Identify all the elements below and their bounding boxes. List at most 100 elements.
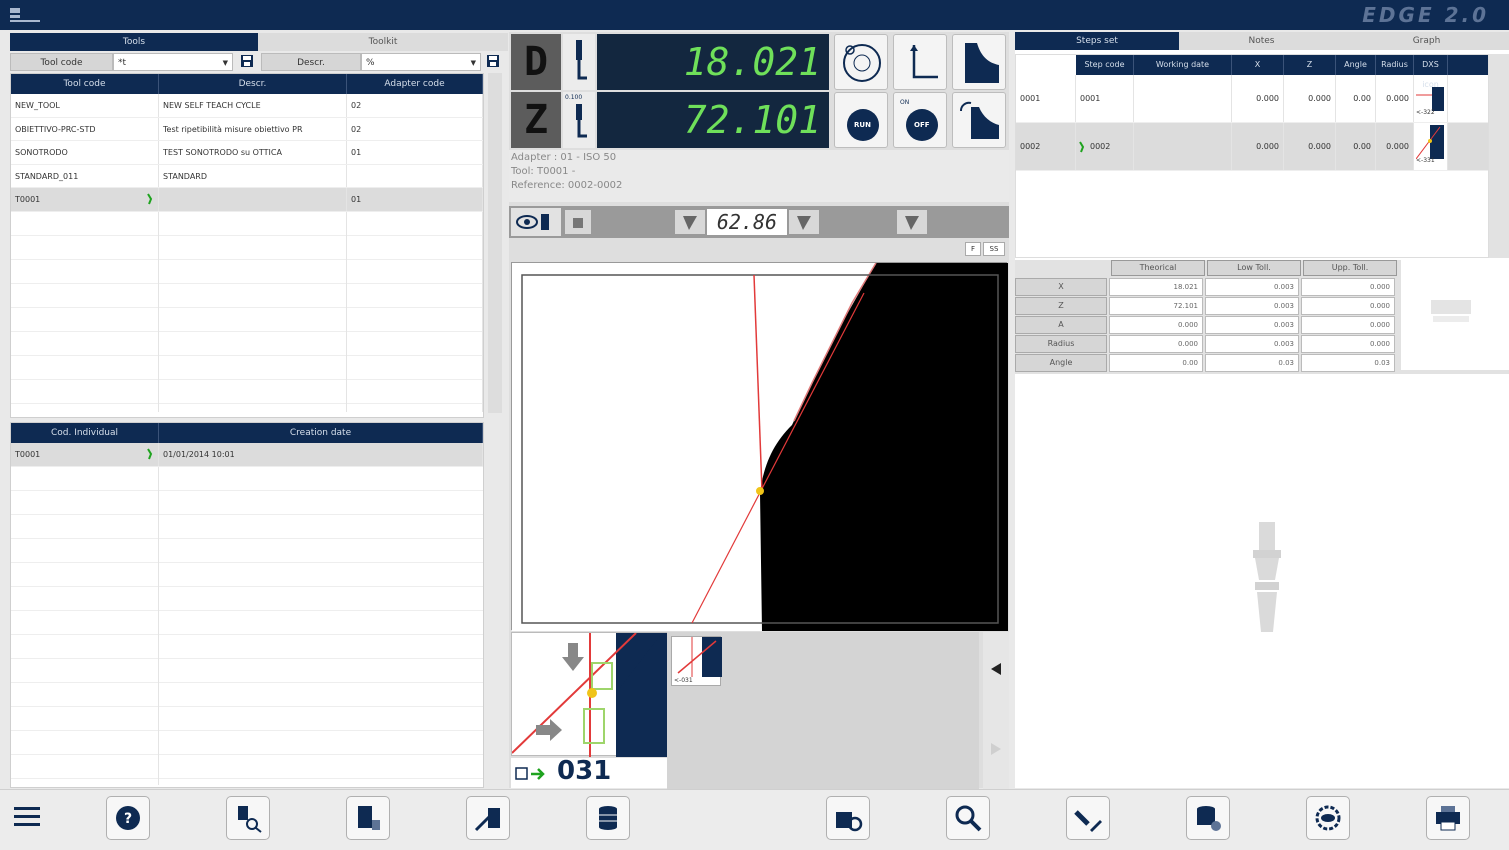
table-row-selected[interactable]: T0001 01 bbox=[11, 188, 483, 212]
arrow-right-icon[interactable] bbox=[989, 742, 1003, 756]
col-cod-individual[interactable]: Cod. Individual bbox=[11, 423, 159, 443]
help-button[interactable]: ? bbox=[106, 796, 150, 840]
col-step-code[interactable]: Step code bbox=[1076, 55, 1134, 75]
tol-upp[interactable]: 0.03 bbox=[1301, 354, 1395, 372]
tool-list-button[interactable] bbox=[346, 796, 390, 840]
mini-profile-view[interactable] bbox=[511, 632, 668, 757]
tool-rotate-button[interactable] bbox=[952, 92, 1006, 148]
tool-code-filter-label: Tool code bbox=[10, 53, 113, 71]
table-row[interactable]: OBIETTIVO-PRC-STD Test ripetibilità misu… bbox=[11, 117, 483, 141]
profile-tool-button[interactable] bbox=[897, 210, 927, 234]
tool-search-icon bbox=[238, 806, 262, 833]
print-button[interactable] bbox=[1426, 796, 1470, 840]
tool-holder-icon bbox=[1253, 522, 1281, 632]
run-button[interactable]: RUN bbox=[834, 92, 888, 148]
table-row[interactable]: STANDARD_011 STANDARD bbox=[11, 164, 483, 188]
descr-filter-value: % bbox=[366, 58, 375, 68]
zoom-icon bbox=[955, 805, 982, 832]
col-dxs-icon[interactable]: DXS icon bbox=[1414, 55, 1448, 89]
tol-low[interactable]: 0.03 bbox=[1205, 354, 1299, 372]
axis-origin-button[interactable] bbox=[893, 34, 947, 90]
camera-view[interactable] bbox=[511, 262, 1008, 631]
col-radius[interactable]: Radius bbox=[1376, 55, 1414, 75]
angle-right-icon bbox=[797, 216, 811, 230]
edit-tool-button[interactable] bbox=[1066, 796, 1110, 840]
tab-notes[interactable]: Notes bbox=[1179, 32, 1344, 50]
tol-upp[interactable]: 0.000 bbox=[1301, 278, 1395, 296]
database-export-button[interactable] bbox=[1186, 796, 1230, 840]
brand-logo: EDGE 2.0 bbox=[1362, 3, 1489, 27]
col-z[interactable]: Z bbox=[1284, 55, 1336, 75]
col-creation-date[interactable]: Creation date bbox=[159, 423, 483, 443]
zoom-button[interactable] bbox=[946, 796, 990, 840]
database-button[interactable] bbox=[586, 796, 630, 840]
tab-tools[interactable]: Tools bbox=[10, 33, 258, 51]
steps-scrollbar[interactable] bbox=[1489, 54, 1509, 258]
tool-code-filter-input[interactable]: *t ▼ bbox=[113, 53, 233, 71]
tol-upp[interactable]: 0.000 bbox=[1301, 297, 1395, 315]
tol-upp[interactable]: 0.000 bbox=[1301, 316, 1395, 334]
table-row[interactable]: SONOTRODO TEST SONOTRODO su OTTICA 01 bbox=[11, 141, 483, 165]
col-angle[interactable]: Angle bbox=[1336, 55, 1376, 75]
col-descr[interactable]: Descr. bbox=[159, 74, 347, 94]
tools-scrollbar[interactable] bbox=[488, 73, 502, 413]
tool-status-icon bbox=[147, 193, 153, 205]
cell-adapter: 02 bbox=[347, 117, 483, 140]
save-filter-icon[interactable] bbox=[233, 54, 261, 71]
cell-descr: Test ripetibilità misure obiettivo PR bbox=[159, 117, 347, 140]
probe-d-icon bbox=[563, 34, 595, 90]
tol-upp[interactable]: 0.000 bbox=[1301, 335, 1395, 353]
tol-low[interactable]: 0.003 bbox=[1205, 316, 1299, 334]
cell-tool-code: STANDARD_011 bbox=[11, 164, 159, 187]
tab-steps-set[interactable]: Steps set bbox=[1015, 32, 1179, 50]
table-row[interactable]: NEW_TOOL NEW SELF TEACH CYCLE 02 bbox=[11, 94, 483, 118]
tol-low[interactable]: 0.003 bbox=[1205, 278, 1299, 296]
tol-theorical[interactable]: 0.00 bbox=[1109, 354, 1203, 372]
col-tool-code[interactable]: Tool code bbox=[11, 74, 159, 94]
tol-theorical[interactable]: 72.101 bbox=[1109, 297, 1203, 315]
light-off-button[interactable]: ON OFF bbox=[893, 92, 947, 148]
angle-left-button[interactable] bbox=[675, 210, 705, 234]
arrow-left-icon[interactable] bbox=[989, 662, 1003, 676]
descr-filter-input[interactable]: % ▼ bbox=[361, 53, 481, 71]
tool-search-button[interactable] bbox=[226, 796, 270, 840]
prev-view-button[interactable] bbox=[565, 210, 591, 234]
tol-theorical[interactable]: 0.000 bbox=[1109, 335, 1203, 353]
individual-code-text: T0001 bbox=[15, 450, 41, 459]
axis-origin-icon bbox=[910, 45, 938, 79]
database-export-icon bbox=[1197, 806, 1221, 831]
tab-graph[interactable]: Graph bbox=[1344, 32, 1509, 50]
tol-theorical[interactable]: 18.021 bbox=[1109, 278, 1203, 296]
table-row-selected[interactable]: 0002 0002 0.000 0.000 0.00 0.000 <-331 bbox=[1016, 123, 1488, 171]
col-x[interactable]: X bbox=[1232, 55, 1284, 75]
database-icon bbox=[599, 806, 617, 830]
tol-low[interactable]: 0.003 bbox=[1205, 335, 1299, 353]
cell-working-date bbox=[1134, 75, 1232, 122]
tol-theorical[interactable]: 0.000 bbox=[1109, 316, 1203, 334]
step-indicator: 031 bbox=[511, 756, 667, 788]
table-row-selected[interactable]: T0001 01/01/2014 10:01 bbox=[11, 443, 483, 467]
axis-d-label: D bbox=[511, 34, 561, 90]
tolerance-preview-icon bbox=[1431, 300, 1471, 322]
menu-icon[interactable] bbox=[12, 804, 42, 830]
ss-button[interactable]: SS bbox=[983, 242, 1005, 256]
save-descr-filter-icon[interactable] bbox=[481, 54, 505, 71]
cell-x: 0.000 bbox=[1232, 123, 1284, 170]
col-working-date[interactable]: Working date bbox=[1134, 55, 1232, 75]
col-adapter-code[interactable]: Adapter code bbox=[347, 74, 483, 94]
tool-measure-button[interactable] bbox=[466, 796, 510, 840]
step-thumbnail[interactable]: <-031 bbox=[671, 636, 722, 686]
eye-settings-button[interactable] bbox=[1306, 796, 1350, 840]
tool-settings-button[interactable] bbox=[826, 796, 870, 840]
angle-left-icon bbox=[683, 216, 697, 230]
dro-z-value: 72.101 bbox=[597, 92, 829, 148]
f-button[interactable]: F bbox=[965, 242, 981, 256]
tool-profile-button[interactable] bbox=[952, 34, 1006, 90]
tab-toolkit[interactable]: Toolkit bbox=[258, 33, 508, 51]
view-mode-button[interactable] bbox=[511, 208, 561, 236]
table-row[interactable]: 0001 0001 0.000 0.000 0.00 0.000 <-322 bbox=[1016, 75, 1488, 123]
empty-rows bbox=[11, 211, 483, 412]
angle-right-button[interactable] bbox=[789, 210, 819, 234]
tol-low[interactable]: 0.003 bbox=[1205, 297, 1299, 315]
circle-measure-button[interactable] bbox=[834, 34, 888, 90]
